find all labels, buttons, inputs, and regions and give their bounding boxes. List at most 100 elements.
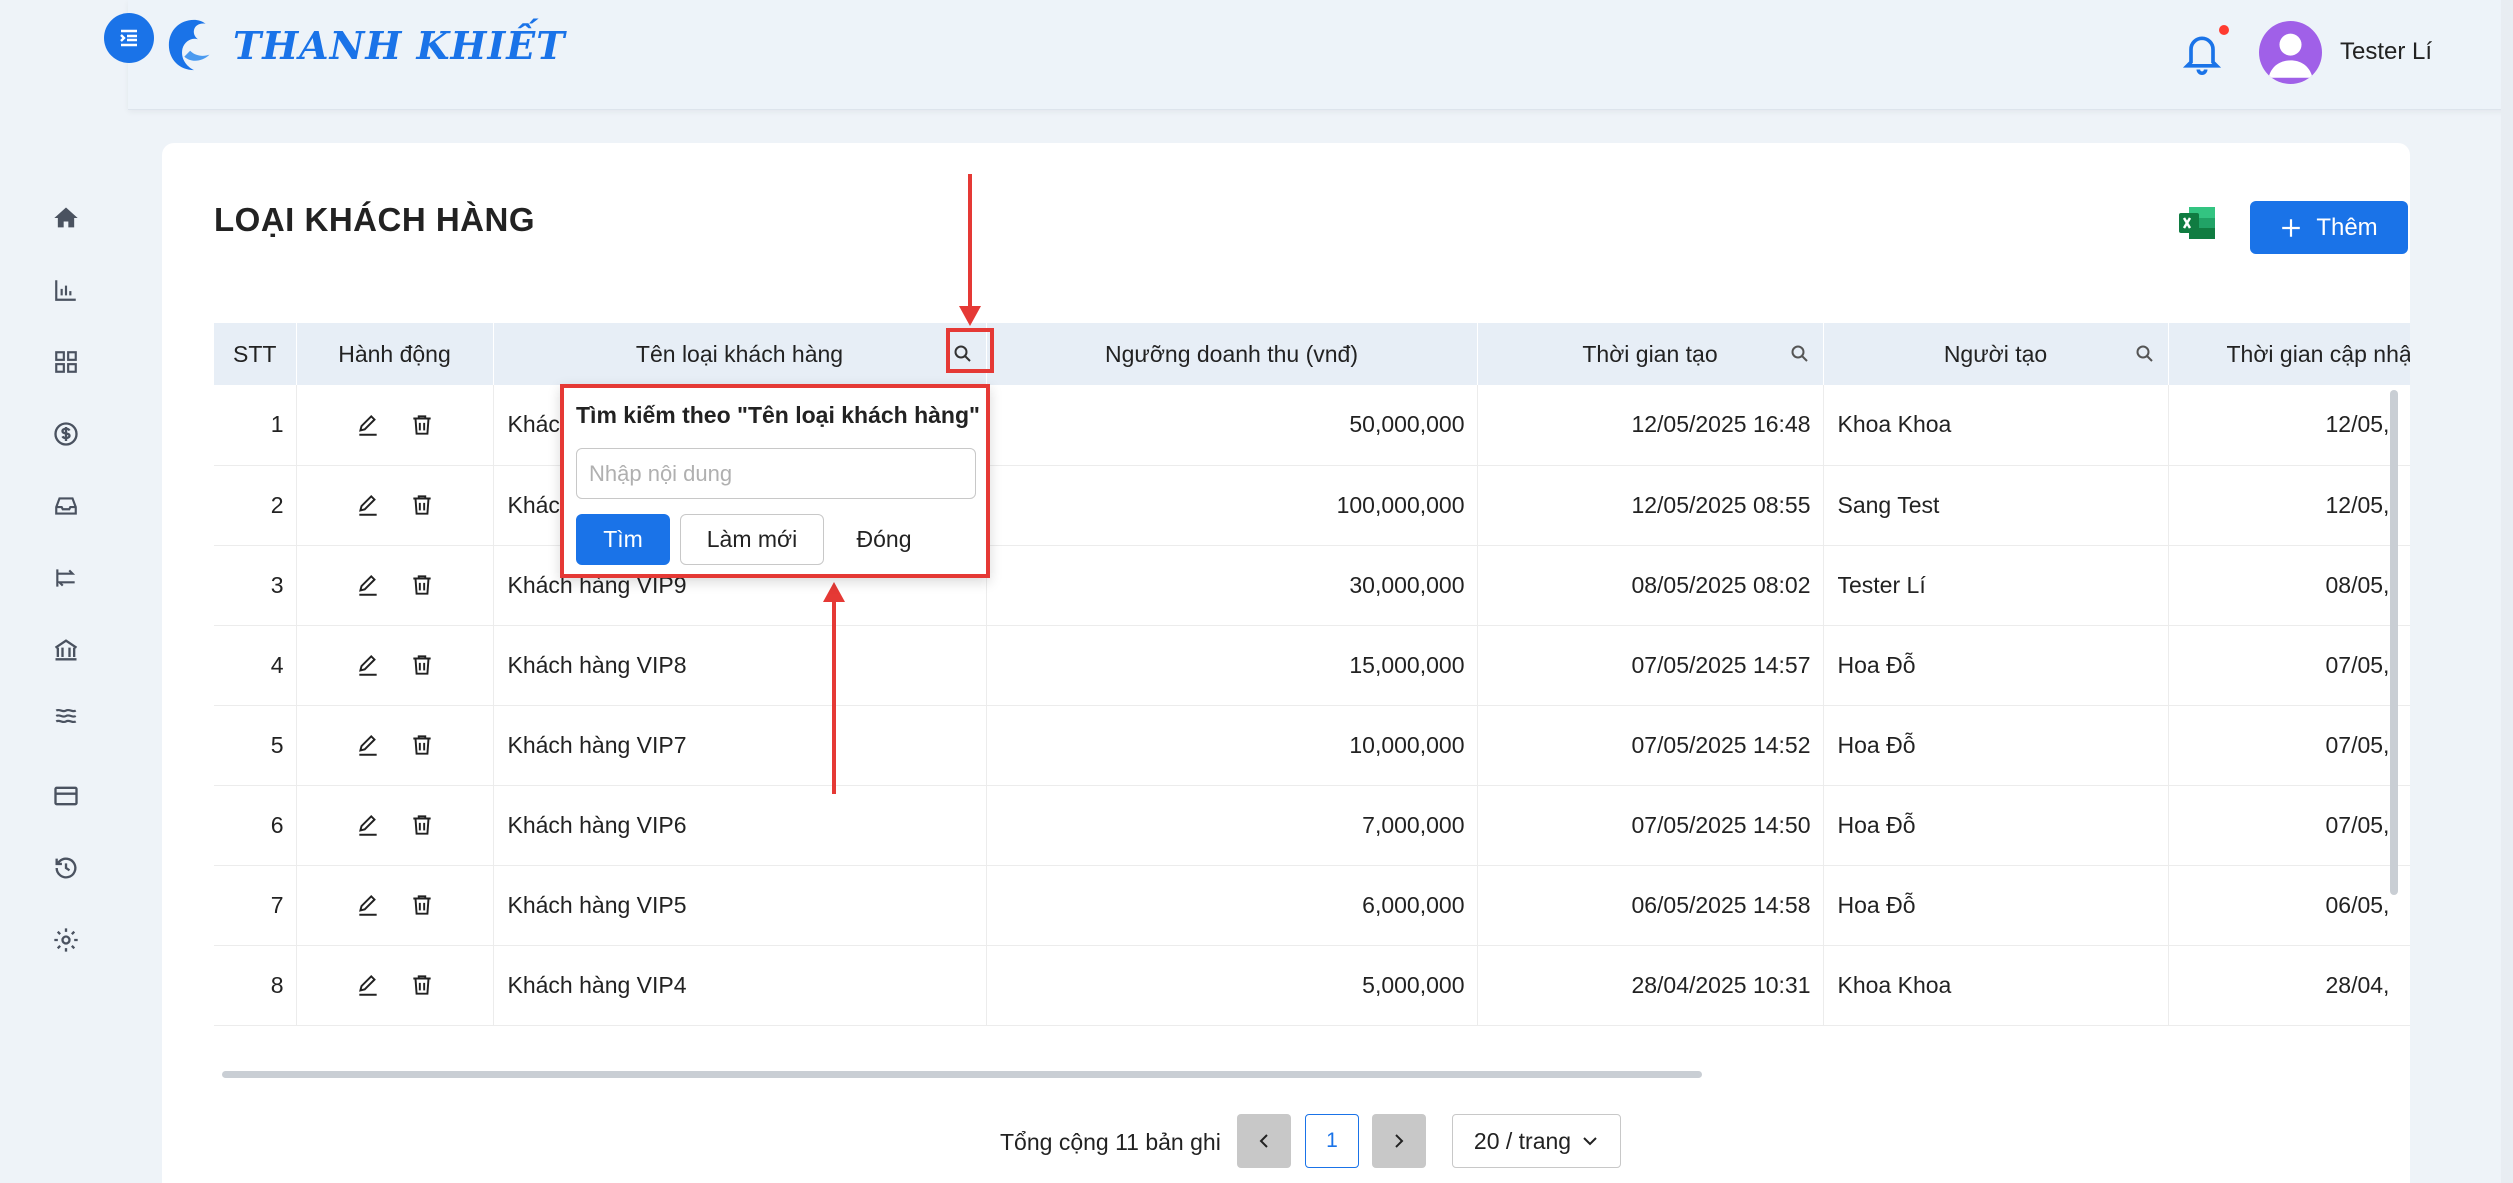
row-creator: Hoa Đỗ [1823,625,2169,706]
search-icon[interactable] [1789,343,1811,365]
edit-icon[interactable] [355,892,381,918]
waves-icon[interactable] [48,698,84,734]
table-horizontal-scrollbar[interactable] [222,1071,1702,1078]
column-header-created[interactable]: Thời gian tạo [1477,323,1824,385]
column-header-creator[interactable]: Người tạo [1823,323,2169,385]
dollar-icon[interactable] [48,416,84,452]
search-icon[interactable] [2134,343,2156,365]
search-icon-highlight [946,328,994,373]
column-header-name-label: Tên loại khách hàng [635,340,844,367]
row-creator: Tester Lí [1823,545,2169,626]
row-name: Khách hàng VIP4 [493,945,987,1026]
delete-icon[interactable] [409,492,435,518]
edit-icon[interactable] [355,652,381,678]
edit-icon[interactable] [355,972,381,998]
menu-toggle-button[interactable] [104,13,154,63]
column-search-popup: Tìm kiếm theo "Tên loại khách hàng" Tìm … [560,384,990,578]
find-button[interactable]: Tìm [576,514,670,565]
user-name[interactable]: Tester Lí [2340,38,2432,66]
search-input[interactable] [576,448,976,499]
row-created: 12/05/2025 16:48 [1477,385,1824,466]
add-button[interactable]: Thêm [2250,201,2408,254]
table-vertical-scrollbar[interactable] [2390,390,2398,895]
close-button[interactable]: Đóng [839,514,929,565]
table-row: 6 Khách hàng VIP6 7,000,000 07/05/2025 1… [214,785,2410,866]
page-scrollbar[interactable] [2501,0,2513,1183]
row-creator: Khoa Khoa [1823,945,2169,1026]
row-revenue: 15,000,000 [986,625,1478,706]
row-updated: 07/05, [2168,625,2410,706]
column-header-created-label: Thời gian tạo [1582,340,1718,367]
annotation-arrow-up [832,596,836,794]
row-stt: 3 [214,545,297,626]
inbox-icon[interactable] [48,488,84,524]
prev-page-button[interactable] [1237,1114,1291,1168]
bank-icon[interactable] [48,632,84,668]
row-stt: 7 [214,865,297,946]
row-created: 07/05/2025 14:50 [1477,785,1824,866]
card-icon[interactable] [48,778,84,814]
page-size-label: 20 / trang [1473,1127,1572,1154]
row-creator: Hoa Đỗ [1823,705,2169,786]
total-records: Tổng cộng 11 bản ghi [1000,1129,1221,1155]
chevron-right-icon [1395,1134,1404,1148]
user-avatar[interactable] [2259,21,2322,84]
delete-icon[interactable] [409,572,435,598]
row-updated: 07/05, [2168,705,2410,786]
row-revenue: 5,000,000 [986,945,1478,1026]
delete-icon[interactable] [409,892,435,918]
export-excel-icon[interactable] [2177,203,2217,243]
column-header-creator-label: Người tạo [1943,340,2048,367]
row-actions [296,945,494,1026]
row-actions [296,865,494,946]
row-creator: Sang Test [1823,465,2169,546]
row-name: Khách hàng VIP5 [493,865,987,946]
content-card: LOẠI KHÁCH HÀNG Thêm STT Hành động Tên l… [162,143,2410,1183]
popup-title: Tìm kiếm theo "Tên loại khách hàng" [576,402,980,428]
row-updated: 06/05, [2168,865,2410,946]
page-size-select[interactable]: 20 / trang [1452,1114,1621,1168]
row-stt: 1 [214,385,297,466]
row-updated: 12/05, [2168,465,2410,546]
row-revenue: 7,000,000 [986,785,1478,866]
row-name: Khách hàng VIP6 [493,785,987,866]
row-revenue: 6,000,000 [986,865,1478,946]
row-actions [296,785,494,866]
delete-icon[interactable] [409,412,435,438]
table-header-row: STT Hành động Tên loại khách hàng Ngưỡng… [214,323,2410,385]
column-header-name[interactable]: Tên loại khách hàng [493,323,987,385]
brand-logo[interactable]: THANH KHIẾT [165,16,565,74]
notification-bell-icon[interactable] [2180,28,2224,78]
brand-name: THANH KHIẾT [233,22,566,68]
delete-icon[interactable] [409,972,435,998]
row-actions [296,625,494,706]
reset-button[interactable]: Làm mới [680,514,824,565]
edit-icon[interactable] [355,492,381,518]
row-updated: 08/05, [2168,545,2410,626]
delete-icon[interactable] [409,652,435,678]
row-stt: 5 [214,705,297,786]
next-page-button[interactable] [1372,1114,1426,1168]
dashboard-grid-icon[interactable] [48,344,84,380]
row-created: 12/05/2025 08:55 [1477,465,1824,546]
delete-icon[interactable] [409,732,435,758]
current-page-button[interactable]: 1 [1305,1114,1359,1168]
customer-type-table: STT Hành động Tên loại khách hàng Ngưỡng… [214,323,2410,1088]
edit-icon[interactable] [355,572,381,598]
edit-icon[interactable] [355,812,381,838]
user-icon [2268,33,2313,78]
column-header-actions: Hành động [296,323,494,385]
table-row: 1 Khách 50,000,000 12/05/2025 16:48 Khoa… [214,385,2410,466]
table-row: 3 Khách hàng VIP9 30,000,000 08/05/2025 … [214,545,2410,626]
edit-icon[interactable] [355,732,381,758]
chart-icon[interactable] [48,272,84,308]
home-icon[interactable] [48,200,84,236]
settings-icon[interactable] [48,922,84,958]
table-row: 4 Khách hàng VIP8 15,000,000 07/05/2025 … [214,625,2410,706]
history-icon[interactable] [48,850,84,886]
edit-icon[interactable] [355,412,381,438]
row-actions [296,705,494,786]
transfer-icon[interactable] [48,560,84,596]
annotation-arrow-down [968,174,972,314]
delete-icon[interactable] [409,812,435,838]
